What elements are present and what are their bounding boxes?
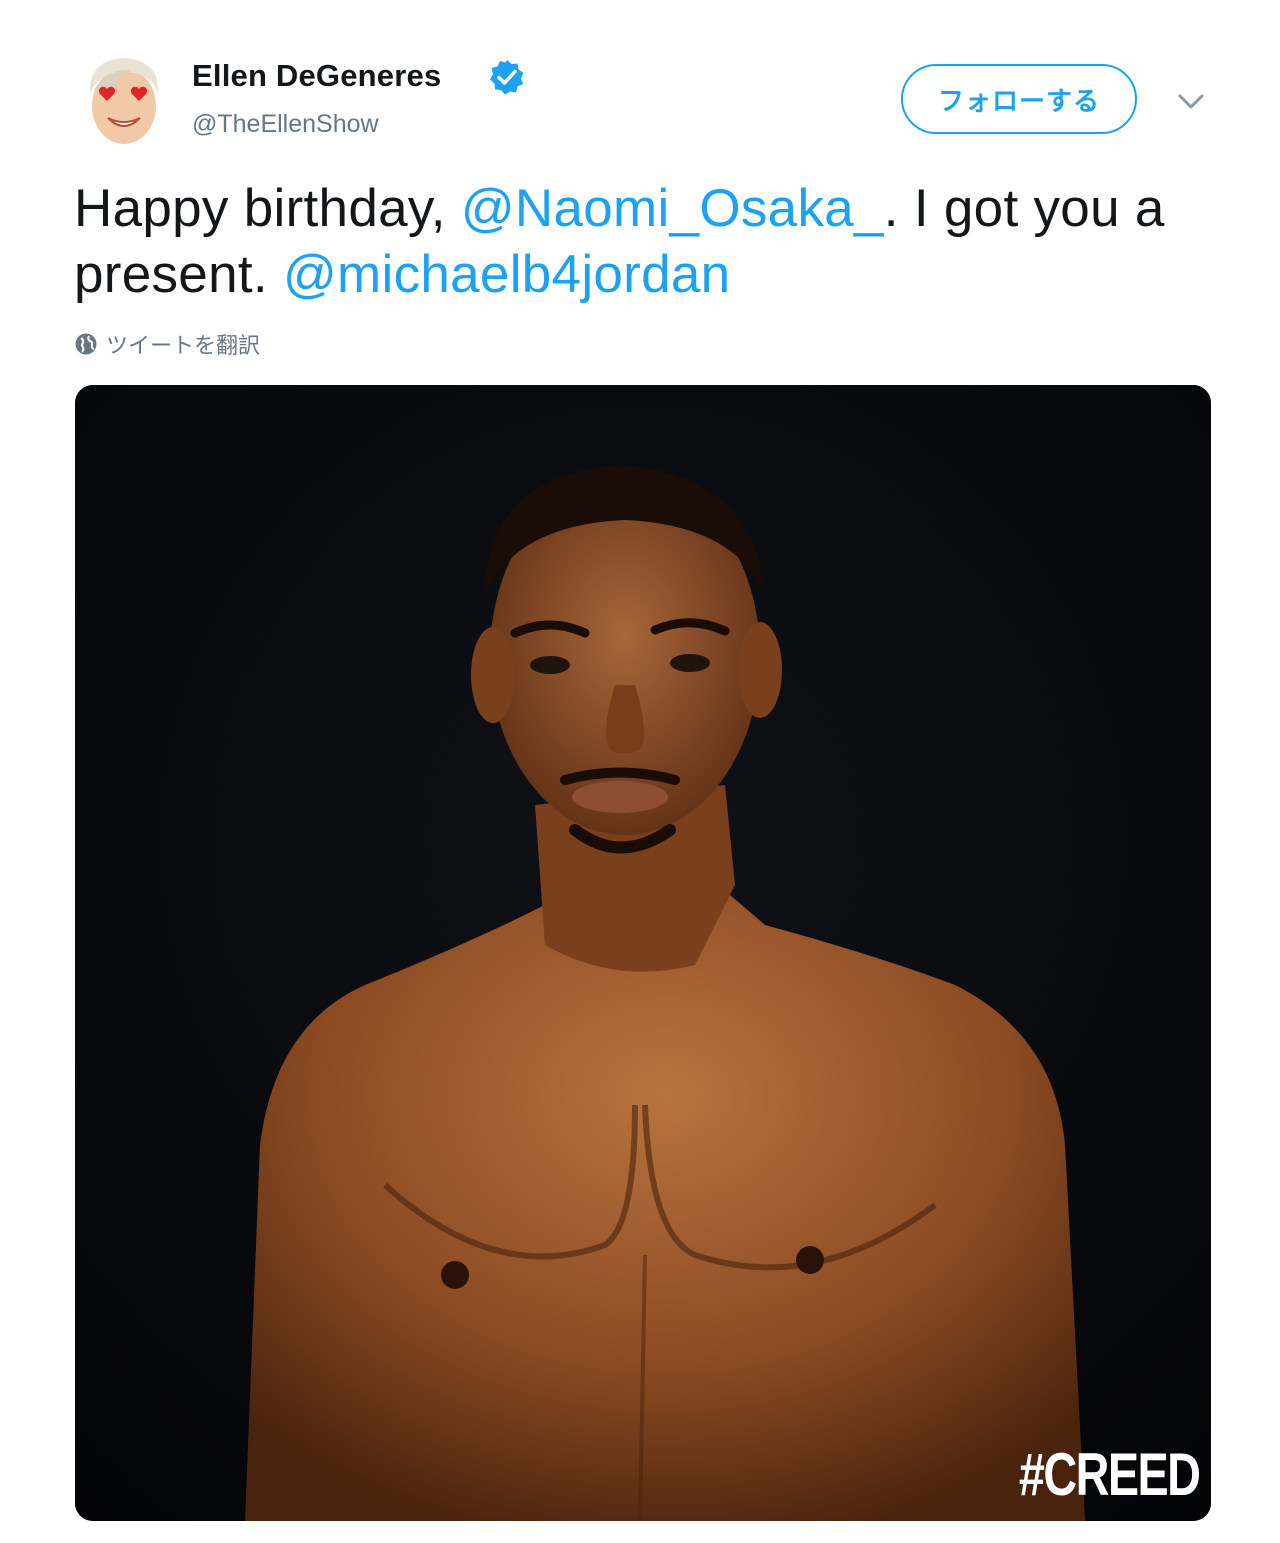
- globe-icon: [75, 333, 97, 355]
- follow-button[interactable]: フォローする: [901, 64, 1137, 134]
- mention-link-naomi-osaka[interactable]: @Naomi_Osaka_: [461, 179, 884, 238]
- chevron-down-icon[interactable]: [1172, 82, 1210, 120]
- translate-tweet-link[interactable]: ツイートを翻訳: [74, 328, 260, 360]
- author-screen-name[interactable]: @TheEllenShow: [192, 110, 379, 139]
- translate-label: ツイートを翻訳: [106, 334, 261, 359]
- tweet: Ellen DeGeneres @TheEllenShow フォローする Hap…: [0, 0, 1280, 1543]
- tweet-photo[interactable]: #CREED: [75, 385, 1211, 1521]
- verified-badge-icon: [490, 60, 524, 95]
- author-display-name[interactable]: Ellen DeGeneres: [192, 58, 441, 94]
- photo-illustration: [75, 385, 1211, 1521]
- creed-watermark: #CREED: [1018, 1441, 1201, 1508]
- mention-link-michaelb4jordan[interactable]: @michaelb4jordan: [283, 245, 731, 304]
- avatar[interactable]: [78, 50, 170, 150]
- tweet-text: Happy birthday, @Naomi_Osaka_. I got you…: [74, 176, 1214, 308]
- heart-eyes-avatar-icon: [78, 50, 170, 150]
- tweet-text-part: Happy birthday,: [74, 179, 461, 238]
